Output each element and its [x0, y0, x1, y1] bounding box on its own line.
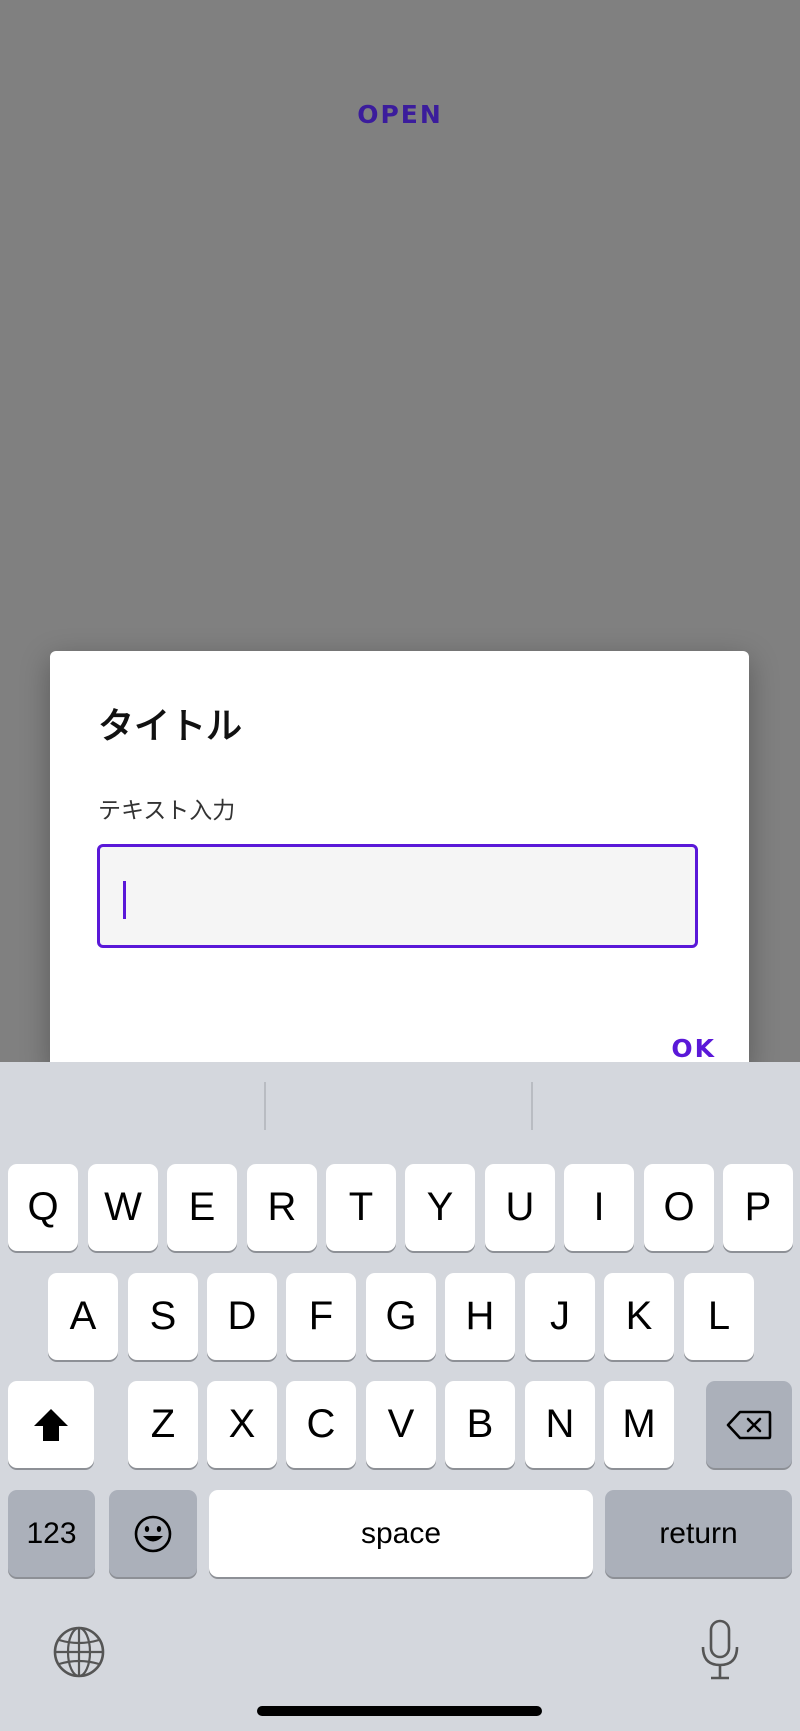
text-input-field[interactable]: [97, 844, 698, 948]
text-field-label: テキスト入力: [98, 798, 236, 824]
key-u[interactable]: U: [485, 1164, 555, 1251]
key-j[interactable]: J: [525, 1273, 595, 1360]
space-key[interactable]: space: [209, 1490, 593, 1577]
input-dialog: タイトル テキスト入力 OK: [50, 651, 749, 1071]
home-indicator[interactable]: [257, 1706, 542, 1716]
key-y[interactable]: Y: [405, 1164, 475, 1251]
emoji-key[interactable]: [109, 1490, 197, 1577]
key-n[interactable]: N: [525, 1381, 595, 1468]
microphone-icon[interactable]: [698, 1619, 742, 1685]
key-h[interactable]: H: [445, 1273, 515, 1360]
key-p[interactable]: P: [723, 1164, 793, 1251]
key-a[interactable]: A: [48, 1273, 118, 1360]
return-key[interactable]: return: [605, 1490, 792, 1577]
key-v[interactable]: V: [366, 1381, 436, 1468]
on-screen-keyboard: Q W E R T Y U I O P A S D F G H J K L Z …: [0, 1062, 800, 1731]
ok-button[interactable]: OK: [671, 1034, 716, 1063]
dialog-title: タイトル: [98, 706, 243, 747]
key-q[interactable]: Q: [8, 1164, 78, 1251]
key-d[interactable]: D: [207, 1273, 277, 1360]
key-i[interactable]: I: [564, 1164, 634, 1251]
delete-key[interactable]: [706, 1381, 792, 1468]
emoji-icon: [134, 1515, 172, 1552]
open-button[interactable]: OPEN: [357, 100, 443, 129]
suggestion-divider: [531, 1082, 533, 1130]
key-r[interactable]: R: [247, 1164, 317, 1251]
numbers-key[interactable]: 123: [8, 1490, 95, 1577]
key-e[interactable]: E: [167, 1164, 237, 1251]
shift-key[interactable]: [8, 1381, 94, 1468]
shift-icon: [34, 1408, 68, 1441]
key-b[interactable]: B: [445, 1381, 515, 1468]
key-m[interactable]: M: [604, 1381, 674, 1468]
key-x[interactable]: X: [207, 1381, 277, 1468]
key-w[interactable]: W: [88, 1164, 158, 1251]
delete-icon: [726, 1410, 772, 1439]
key-o[interactable]: O: [644, 1164, 714, 1251]
key-c[interactable]: C: [286, 1381, 356, 1468]
open-button-row: OPEN: [0, 100, 800, 129]
globe-icon[interactable]: [52, 1625, 106, 1683]
text-caret: [123, 881, 126, 919]
key-k[interactable]: K: [604, 1273, 674, 1360]
key-l[interactable]: L: [684, 1273, 754, 1360]
key-z[interactable]: Z: [128, 1381, 198, 1468]
key-f[interactable]: F: [286, 1273, 356, 1360]
suggestion-divider: [264, 1082, 266, 1130]
key-g[interactable]: G: [366, 1273, 436, 1360]
key-s[interactable]: S: [128, 1273, 198, 1360]
key-t[interactable]: T: [326, 1164, 396, 1251]
